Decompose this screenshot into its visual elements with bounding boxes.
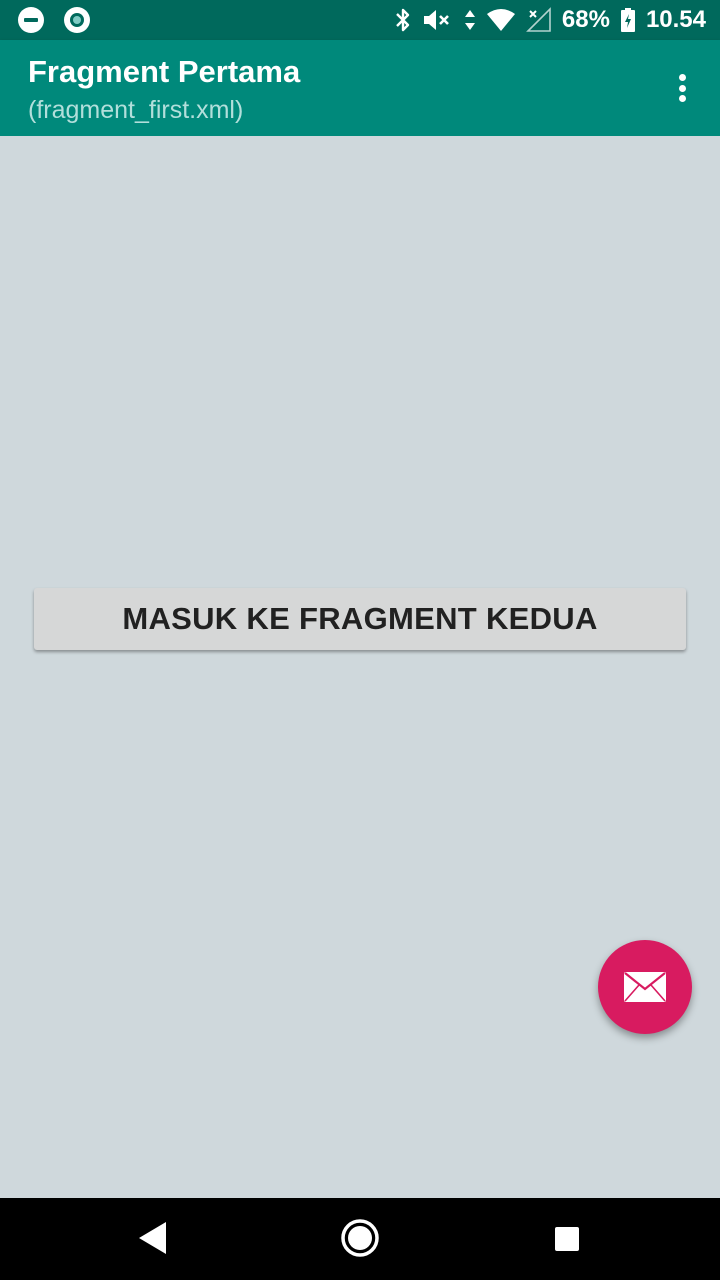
do-not-disturb-icon xyxy=(18,7,44,33)
dot xyxy=(678,74,686,81)
mute-icon xyxy=(423,10,449,30)
clock: 10.54 xyxy=(645,6,706,33)
battery-percent: 68% xyxy=(561,6,610,33)
bluetooth-icon xyxy=(396,8,410,32)
mail-icon xyxy=(624,972,666,1002)
status-left-icons xyxy=(18,7,90,33)
dot xyxy=(678,95,686,102)
more-vert-icon[interactable] xyxy=(666,70,698,106)
data-arrows-icon xyxy=(464,10,475,30)
navigation-bar xyxy=(0,1198,720,1280)
go-to-fragment-two-button[interactable]: MASUK KE FRAGMENT KEDUA xyxy=(34,588,686,650)
battery-charging-icon xyxy=(620,8,635,32)
wifi-icon xyxy=(486,9,515,31)
recents-icon[interactable] xyxy=(555,1227,579,1251)
mail-fab-button[interactable] xyxy=(598,940,692,1034)
page-subtitle: (fragment_first.xml) xyxy=(28,96,244,124)
home-icon[interactable] xyxy=(340,1218,380,1258)
back-icon[interactable] xyxy=(136,1220,168,1256)
dot xyxy=(678,84,686,92)
page-title: Fragment Pertama xyxy=(28,54,301,89)
main-content: MASUK KE FRAGMENT KEDUA xyxy=(0,136,720,1198)
status-bar: 68% 10.54 xyxy=(0,0,720,40)
status-right-icons: 68% 10.54 xyxy=(394,0,706,40)
no-signal-icon xyxy=(525,7,551,32)
app-bar: Fragment Pertama (fragment_first.xml) xyxy=(0,40,720,136)
sync-icon xyxy=(64,7,90,33)
